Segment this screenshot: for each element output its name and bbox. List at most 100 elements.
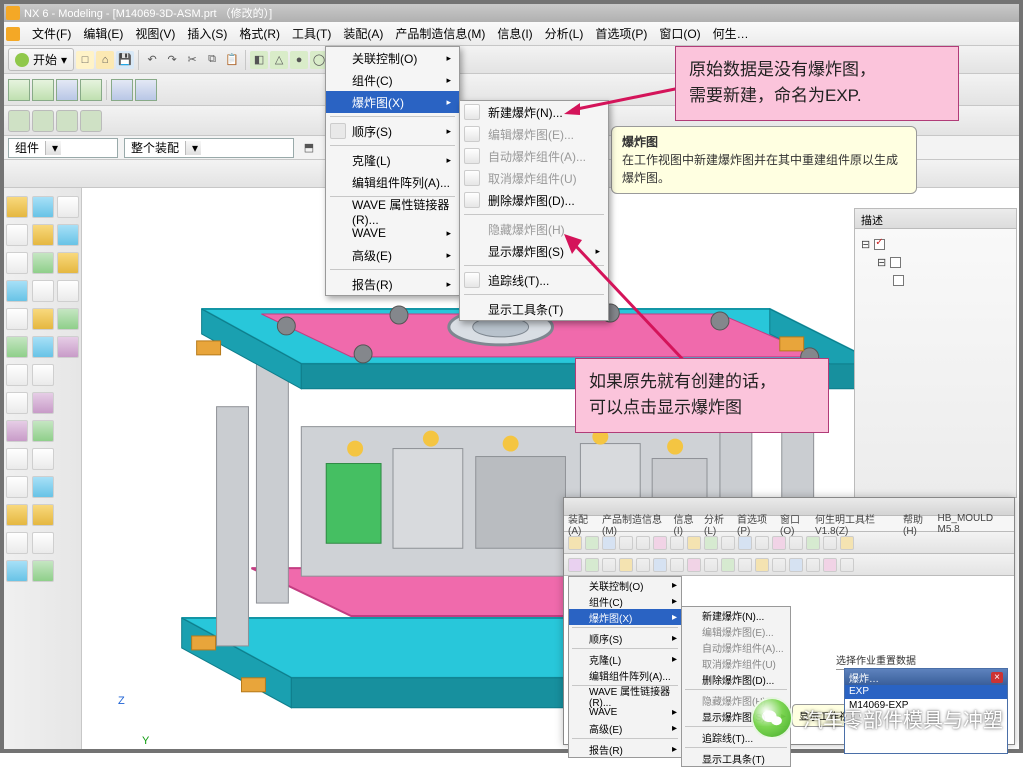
rail-icon[interactable] bbox=[32, 364, 54, 386]
inset-submenu-item[interactable]: 自动爆炸组件(A)... bbox=[682, 639, 790, 655]
rail-icon[interactable] bbox=[32, 476, 54, 498]
rail-icon[interactable] bbox=[6, 392, 28, 414]
rail-icon[interactable] bbox=[32, 420, 54, 442]
rail-icon[interactable] bbox=[6, 448, 28, 470]
tb2-icon-6[interactable] bbox=[135, 79, 157, 101]
submenu-new-explosion[interactable]: 新建爆炸(N)... bbox=[460, 101, 608, 123]
checkbox-icon[interactable] bbox=[893, 275, 904, 286]
menu-item-components[interactable]: 组件(C)▸ bbox=[326, 69, 459, 91]
rail-icon[interactable] bbox=[6, 504, 28, 526]
menu-item-clone[interactable]: 克隆(L)▸ bbox=[326, 149, 459, 171]
menu-item-explosion[interactable]: 爆炸图(X)▸ bbox=[326, 91, 459, 113]
redo-icon[interactable]: ↷ bbox=[163, 51, 181, 69]
rail-icon[interactable] bbox=[32, 252, 54, 274]
rail-icon[interactable] bbox=[32, 448, 54, 470]
menu-view[interactable]: 视图(V) bbox=[129, 22, 181, 45]
menu-pmi[interactable]: 产品制造信息(M) bbox=[389, 22, 491, 45]
cut-icon[interactable]: ✂ bbox=[183, 51, 201, 69]
menu-extra[interactable]: 何生… bbox=[707, 22, 755, 45]
combo-assembly[interactable]: 整个装配 ▾ bbox=[124, 138, 294, 158]
rail-icon[interactable] bbox=[32, 336, 54, 358]
submenu-edit-explosion[interactable]: 编辑爆炸图(E)... bbox=[460, 123, 608, 145]
submenu-trace-line[interactable]: 追踪线(T)... bbox=[460, 269, 608, 291]
rail-icon[interactable] bbox=[57, 308, 79, 330]
submenu-hide-explosion[interactable]: 隐藏爆炸图(H) bbox=[460, 218, 608, 240]
rail-icon[interactable] bbox=[32, 196, 54, 218]
inset-menu-item[interactable]: 顺序(S)▸ bbox=[569, 630, 681, 646]
rail-icon[interactable] bbox=[6, 476, 28, 498]
combo-extra-1[interactable]: ⬒ bbox=[300, 139, 318, 157]
menu-item-sequence[interactable]: 顺序(S)▸ bbox=[326, 120, 459, 142]
rail-icon[interactable] bbox=[6, 224, 28, 246]
inset-menu-item[interactable]: 克隆(L)▸ bbox=[569, 651, 681, 667]
menu-window[interactable]: 窗口(O) bbox=[653, 22, 706, 45]
rail-icon[interactable] bbox=[6, 196, 28, 218]
submenu-show-explosion[interactable]: 显示爆炸图(S)▸ bbox=[460, 240, 608, 262]
save-icon[interactable]: 💾 bbox=[116, 51, 134, 69]
tb2-icon-2[interactable] bbox=[32, 79, 54, 101]
inset-menu-item[interactable]: 组件(C)▸ bbox=[569, 593, 681, 609]
start-button[interactable]: 开始 ▾ bbox=[8, 48, 74, 71]
rail-icon[interactable] bbox=[6, 420, 28, 442]
tb2-icon-4[interactable] bbox=[80, 79, 102, 101]
rail-icon[interactable] bbox=[6, 560, 28, 582]
menu-assembly[interactable]: 装配(A) bbox=[337, 22, 389, 45]
rail-icon[interactable] bbox=[32, 532, 54, 554]
rail-icon[interactable] bbox=[57, 336, 79, 358]
cube-icon[interactable]: ◧ bbox=[250, 51, 268, 69]
rail-icon[interactable] bbox=[32, 504, 54, 526]
tb3-icon-3[interactable] bbox=[56, 110, 78, 132]
open-icon[interactable]: ⌂ bbox=[96, 51, 114, 69]
inset-submenu-item[interactable]: 显示工具条(T) bbox=[682, 750, 790, 766]
submenu-delete-explosion[interactable]: 删除爆炸图(D)... bbox=[460, 189, 608, 211]
checkbox-icon[interactable] bbox=[874, 239, 885, 250]
menu-preferences[interactable]: 首选项(P) bbox=[589, 22, 653, 45]
rail-icon[interactable] bbox=[57, 196, 79, 218]
menu-edit[interactable]: 编辑(E) bbox=[77, 22, 129, 45]
inset-menu-item[interactable]: 编辑组件阵列(A)... bbox=[569, 667, 681, 683]
rail-icon[interactable] bbox=[32, 308, 54, 330]
tb2-icon-3[interactable] bbox=[56, 79, 78, 101]
menu-item-advanced[interactable]: 高级(E)▸ bbox=[326, 244, 459, 266]
menu-item-wave-linker[interactable]: WAVE 属性链接器(R)... bbox=[326, 200, 459, 222]
cone-icon[interactable]: △ bbox=[270, 51, 288, 69]
menu-info[interactable]: 信息(I) bbox=[491, 22, 538, 45]
menu-analysis[interactable]: 分析(L) bbox=[539, 22, 590, 45]
rail-icon[interactable] bbox=[32, 224, 54, 246]
paste-icon[interactable]: 📋 bbox=[223, 51, 241, 69]
menu-item-wave[interactable]: WAVE▸ bbox=[326, 222, 459, 244]
rail-icon[interactable] bbox=[32, 560, 54, 582]
sphere-icon[interactable]: ● bbox=[290, 51, 308, 69]
inset-menu-item-explosion[interactable]: 爆炸图(X)▸ bbox=[569, 609, 681, 625]
rail-icon[interactable] bbox=[57, 224, 79, 246]
tb2-icon-5[interactable] bbox=[111, 79, 133, 101]
inset-menu-item[interactable]: WAVE 属性链接器(R)... bbox=[569, 688, 681, 704]
rail-icon[interactable] bbox=[32, 392, 54, 414]
inset-menu-item[interactable]: 报告(R)▸ bbox=[569, 741, 681, 757]
menu-insert[interactable]: 插入(S) bbox=[181, 22, 233, 45]
checkbox-icon[interactable] bbox=[890, 257, 901, 268]
inset-submenu-item[interactable]: 取消爆炸组件(U) bbox=[682, 655, 790, 671]
copy-icon[interactable]: ⧉ bbox=[203, 51, 221, 69]
menu-tools[interactable]: 工具(T) bbox=[286, 22, 337, 45]
menu-file[interactable]: 文件(F) bbox=[26, 22, 77, 45]
rail-icon[interactable] bbox=[32, 280, 54, 302]
submenu-auto-explode[interactable]: 自动爆炸组件(A)... bbox=[460, 145, 608, 167]
rail-icon[interactable] bbox=[6, 280, 28, 302]
tb3-icon-2[interactable] bbox=[32, 110, 54, 132]
inset-submenu-item[interactable]: 新建爆炸(N)... bbox=[682, 607, 790, 623]
inset-menu-item[interactable]: 关联控制(O)▸ bbox=[569, 577, 681, 593]
rail-icon[interactable] bbox=[57, 252, 79, 274]
rail-icon[interactable] bbox=[6, 308, 28, 330]
undo-icon[interactable]: ↶ bbox=[143, 51, 161, 69]
combo-component[interactable]: 组件 ▾ bbox=[8, 138, 118, 158]
submenu-show-toolbar[interactable]: 显示工具条(T) bbox=[460, 298, 608, 320]
menu-format[interactable]: 格式(R) bbox=[233, 22, 286, 45]
menu-item-association[interactable]: 关联控制(O)▸ bbox=[326, 47, 459, 69]
rail-icon[interactable] bbox=[57, 280, 79, 302]
tb3-icon-4[interactable] bbox=[80, 110, 102, 132]
new-icon[interactable]: □ bbox=[76, 51, 94, 69]
rail-icon[interactable] bbox=[6, 336, 28, 358]
tb2-icon-1[interactable] bbox=[8, 79, 30, 101]
close-icon[interactable]: × bbox=[991, 672, 1003, 683]
